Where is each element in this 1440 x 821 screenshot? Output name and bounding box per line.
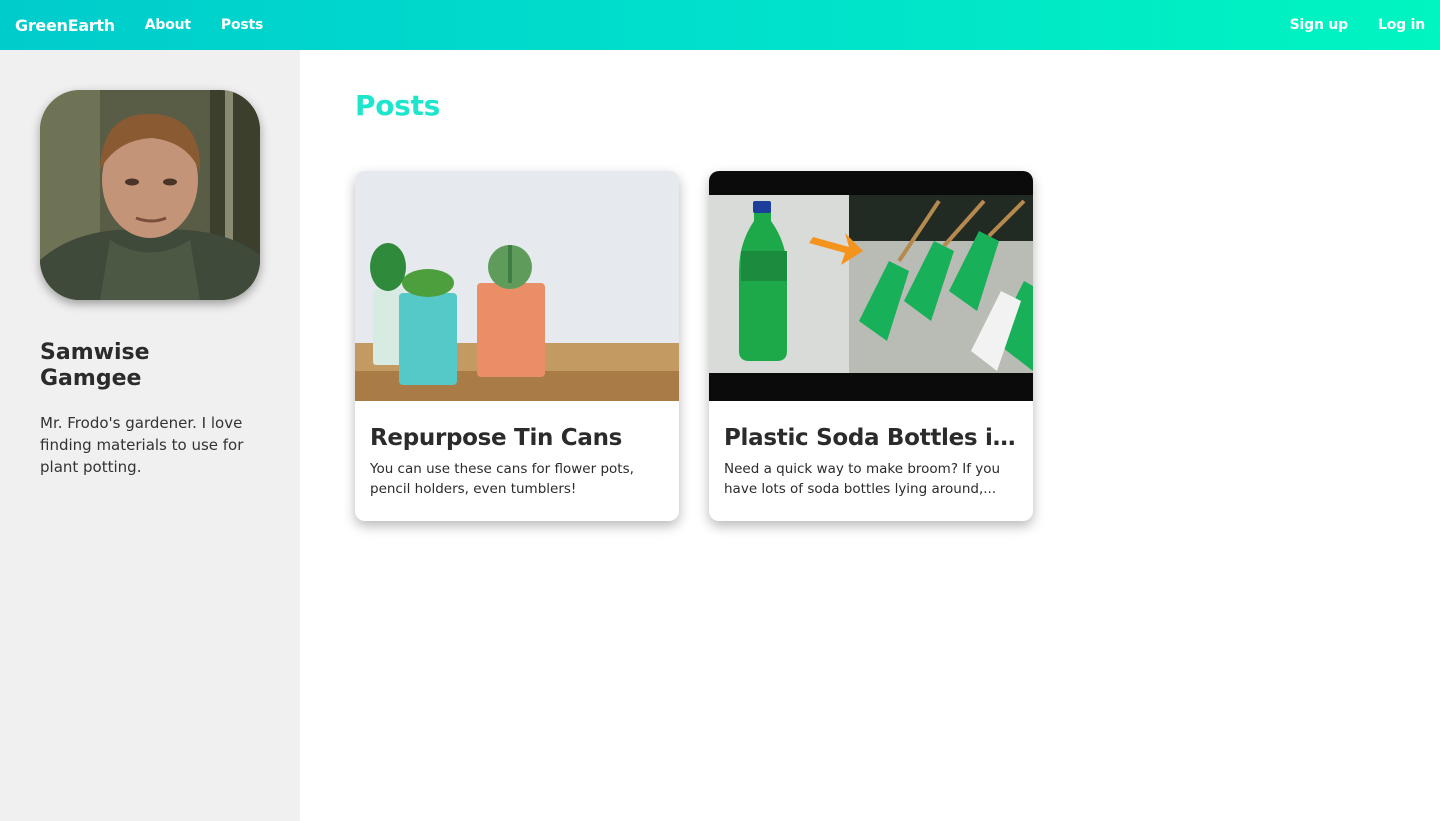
page-title: Posts — [355, 89, 440, 122]
post-card-body: Plastic Soda Bottles int... Need a quick… — [709, 401, 1033, 499]
profile-avatar — [40, 90, 260, 300]
avatar-image — [40, 90, 260, 300]
post-card[interactable]: Plastic Soda Bottles int... Need a quick… — [709, 171, 1033, 521]
post-excerpt: You can use these cans for flower pots, … — [370, 461, 634, 497]
post-card-body: Repurpose Tin Cans You can use these can… — [355, 401, 679, 499]
post-card[interactable]: Repurpose Tin Cans You can use these can… — [355, 171, 679, 521]
profile-name: Samwise Gamgee — [40, 340, 150, 391]
post-image-soda-bottles — [709, 171, 1033, 401]
post-card-list: Repurpose Tin Cans You can use these can… — [355, 171, 1385, 521]
post-image-tin-cans — [355, 171, 679, 401]
top-navbar: GreenEarth About Posts Sign up Log in — [0, 0, 1440, 50]
post-excerpt: Need a quick way to make broom? If you h… — [724, 461, 1001, 497]
profile-bio: Mr. Frodo's gardener. I love finding mat… — [40, 414, 244, 476]
nav-left-group: GreenEarth About Posts — [15, 16, 293, 35]
main-content: Posts Repurpose Tin Cans You can use the… — [300, 50, 1440, 821]
post-title: Repurpose Tin Cans — [370, 425, 623, 451]
profile-sidebar: Samwise Gamgee Mr. Frodo's gardener. I l… — [0, 50, 300, 821]
log-in-link[interactable]: Log in — [1378, 17, 1425, 33]
nav-link-about[interactable]: About — [145, 17, 191, 33]
brand-logo-link[interactable]: GreenEarth — [15, 16, 115, 35]
nav-link-posts[interactable]: Posts — [221, 17, 263, 33]
nav-right-group: Sign up Log in — [1290, 17, 1426, 33]
sign-up-link[interactable]: Sign up — [1290, 17, 1349, 33]
post-title: Plastic Soda Bottles int... — [724, 425, 1018, 451]
